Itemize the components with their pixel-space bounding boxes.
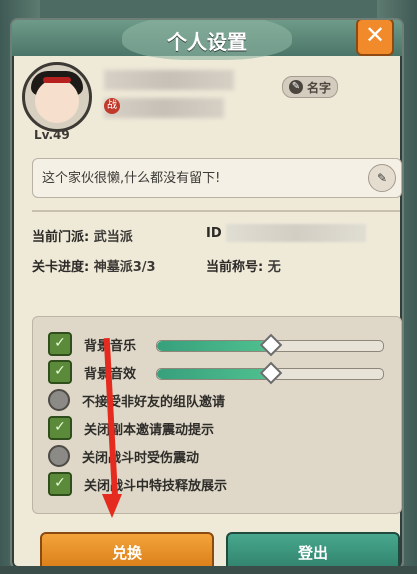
progress-label: 关卡进度: [32, 260, 90, 275]
blurred-player-info [104, 98, 224, 118]
faction-label: 当前门派: [32, 230, 90, 245]
setting-row-music[interactable]: ✓ 背景音乐 [48, 332, 136, 356]
avatar[interactable] [22, 62, 92, 132]
rename-button[interactable]: ✎ 名字 [282, 76, 338, 98]
faction-value: 武当派 [93, 230, 133, 245]
faction-info: 当前门派: 武当派 [32, 226, 133, 245]
divider [32, 210, 400, 212]
panel-header: 个人设置 ✕ [12, 20, 402, 60]
faction-badge-icon: 战 [104, 98, 120, 114]
blurred-player-name [104, 70, 234, 90]
id-label: ID [206, 226, 222, 241]
checkbox-checked-icon[interactable]: ✓ [48, 416, 72, 440]
sfx-slider-fill [157, 369, 270, 379]
bottom-strip [0, 566, 417, 574]
radio-unchecked-icon[interactable] [48, 389, 70, 411]
avatar-headband [43, 77, 71, 83]
title-info: 当前称号: 无 [206, 256, 281, 275]
setting-label: 关闭副本邀请震动提示 [84, 422, 215, 438]
close-button[interactable]: ✕ [356, 20, 394, 56]
player-level: Lv.49 [34, 128, 70, 142]
signature-edit-icon[interactable]: ✎ [368, 164, 396, 192]
progress-info: 关卡进度: 神墓派3/3 [32, 256, 156, 275]
signature-text: 这个家伙很懒,什么都没有留下! [42, 171, 221, 186]
avatar-face [35, 79, 79, 123]
progress-value: 神墓派3/3 [93, 260, 156, 275]
title-label: 当前称号: [206, 260, 264, 275]
red-arrow-head [102, 494, 122, 518]
setting-row-dungeon-vibrate[interactable]: ✓ 关闭副本邀请震动提示 [48, 416, 214, 440]
radio-unchecked-icon[interactable] [48, 445, 70, 467]
checkbox-checked-icon[interactable]: ✓ [48, 360, 72, 384]
blurred-id [226, 224, 366, 242]
checkbox-checked-icon[interactable]: ✓ [48, 332, 72, 356]
music-slider[interactable] [156, 333, 384, 357]
panel-title: 个人设置 [167, 30, 247, 54]
sfx-slider[interactable] [156, 361, 384, 385]
close-icon: ✕ [364, 21, 386, 49]
setting-row-sfx[interactable]: ✓ 背景音效 [48, 360, 136, 384]
checkbox-checked-icon[interactable]: ✓ [48, 472, 72, 496]
setting-label: 关闭战斗时受伤震动 [82, 450, 200, 466]
id-info: ID [206, 226, 222, 241]
rename-label: 名字 [306, 80, 331, 95]
edit-icon: ✎ [288, 80, 303, 94]
exchange-button[interactable]: 兑换 [40, 532, 214, 568]
setting-row-hurt-vibrate[interactable]: 关闭战斗时受伤震动 [48, 444, 199, 468]
setting-row-skill-display[interactable]: ✓ 关闭战斗中特技释放展示 [48, 472, 227, 496]
setting-row-team-invite[interactable]: 不接受非好友的组队邀请 [48, 388, 225, 412]
title-value: 无 [267, 260, 281, 275]
setting-label: 关闭战斗中特技释放展示 [84, 478, 228, 494]
setting-label: 不接受非好友的组队邀请 [82, 394, 226, 410]
logout-button[interactable]: 登出 [226, 532, 400, 568]
music-slider-fill [157, 341, 270, 351]
settings-panel: 个人设置 ✕ Lv.49 战 ✎ 名字 这个家伙很懒,什么都没有留下! ✎ 当前… [10, 18, 404, 570]
